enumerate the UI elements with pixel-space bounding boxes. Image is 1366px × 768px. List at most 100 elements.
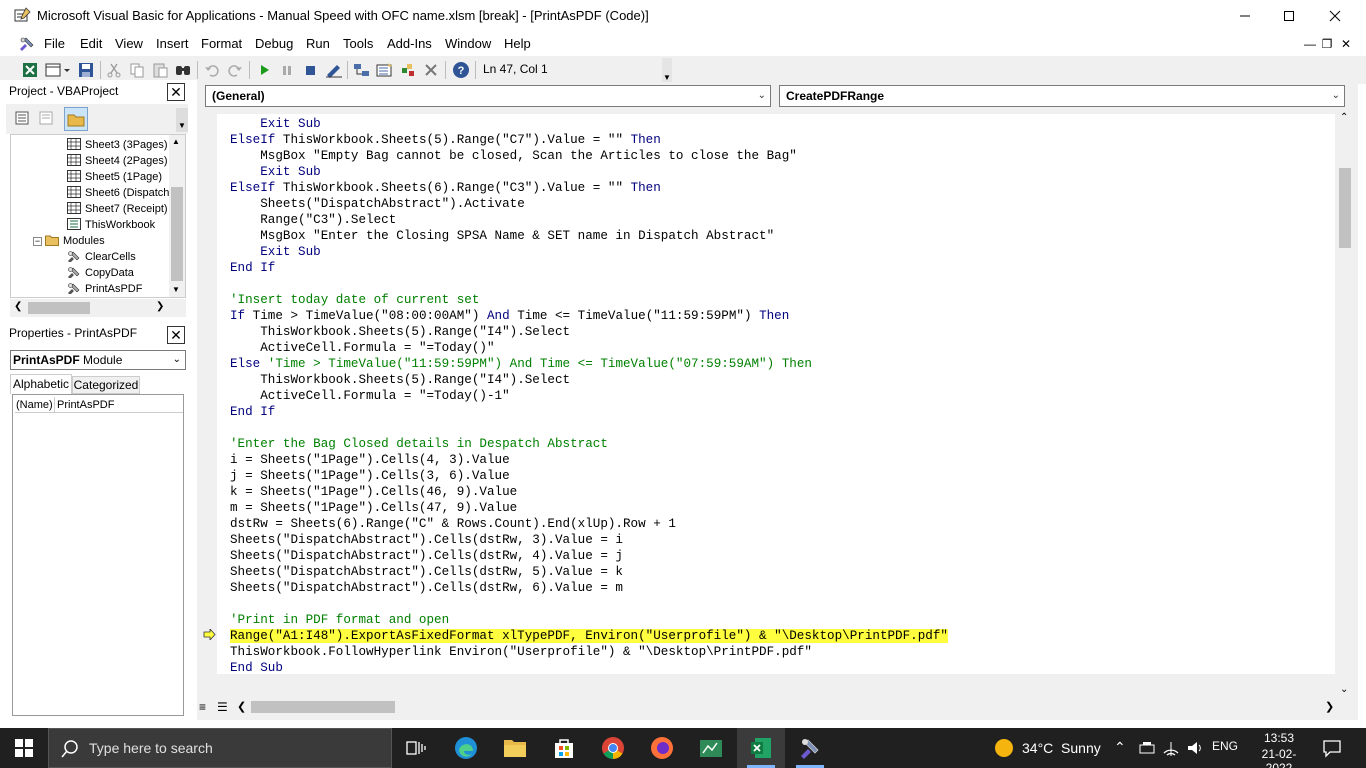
tree-item-sheet7[interactable]: Sheet7 (Receipt) (67, 201, 168, 217)
code-line[interactable]: ThisWorkbook.Sheets(5).Range("I4").Selec… (230, 372, 570, 388)
code-line[interactable]: dstRw = Sheets(6).Range("C" & Rows.Count… (230, 516, 676, 532)
code-line[interactable]: Exit Sub (230, 116, 320, 132)
design-mode-button[interactable] (324, 60, 344, 80)
reset-button[interactable] (300, 60, 320, 80)
project-tree-vscroll[interactable]: ▲ ▼ (169, 135, 185, 297)
project-tree-hscroll[interactable]: ❮ ❯ (10, 299, 186, 317)
code-line[interactable]: Else 'Time > TimeValue("11:59:59PM") And… (230, 356, 812, 372)
paste-button[interactable] (150, 60, 170, 80)
tree-item-sheet5[interactable]: Sheet5 (1Page) (67, 169, 162, 185)
properties-close-button[interactable]: ✕ (167, 326, 185, 344)
redo-button[interactable] (225, 60, 245, 80)
tab-alphabetic[interactable]: Alphabetic (10, 374, 72, 394)
code-line[interactable]: Exit Sub (230, 244, 320, 260)
scroll-down-icon[interactable]: ⌄ (1340, 684, 1348, 695)
tree-item-sheet4[interactable]: Sheet4 (2Pages) (67, 153, 168, 169)
code-editor[interactable]: Exit Sub ElseIf ThisWorkbook.Sheets(5).Ra… (217, 114, 1335, 674)
code-line[interactable]: End If (230, 260, 275, 276)
code-line[interactable]: Exit Sub (230, 164, 320, 180)
copy-button[interactable] (127, 60, 147, 80)
full-module-view-icon[interactable]: ☰ (217, 700, 228, 714)
toolbar-overflow-chevron[interactable]: ▼ (662, 58, 672, 82)
doc-close-icon[interactable]: ✕ (1338, 36, 1354, 52)
clock[interactable]: 13:53 21-02-2022 (1249, 731, 1309, 768)
toolbox-button[interactable] (422, 60, 442, 80)
tree-item-sheet3[interactable]: Sheet3 (3Pages) (67, 137, 168, 153)
procedure-view-icon[interactable]: ≡ (199, 700, 206, 714)
code-comment-line[interactable]: 'Print in PDF format and open (230, 612, 449, 628)
scroll-left-icon[interactable]: ❮ (237, 700, 246, 713)
scroll-up-icon[interactable]: ⌃ (1340, 112, 1348, 123)
code-comment-line[interactable]: 'Enter the Bag Closed details in Despatc… (230, 436, 608, 452)
doc-minimize-icon[interactable]: — (1302, 36, 1318, 52)
scroll-thumb[interactable] (28, 302, 90, 314)
firefox-taskbar-button[interactable] (638, 728, 686, 768)
code-line[interactable]: Sheets("DispatchAbstract").Cells(dstRw, … (230, 580, 623, 596)
menu-format[interactable]: Format (199, 32, 244, 56)
doc-restore-icon[interactable]: ❐ (1319, 36, 1335, 52)
view-code-button[interactable] (14, 110, 32, 128)
code-line[interactable]: Sheets("DispatchAbstract").Activate (230, 196, 525, 212)
code-line[interactable]: End Sub (230, 660, 283, 674)
tab-categorized[interactable]: Categorized (72, 376, 140, 394)
run-button[interactable] (254, 60, 274, 80)
vba-taskbar-button[interactable] (786, 728, 834, 768)
undo-button[interactable] (202, 60, 222, 80)
project-toolbar-chevron[interactable]: ▼ (176, 108, 188, 132)
view-object-button[interactable] (38, 110, 56, 128)
code-hscroll[interactable]: ≡ ☰ ❮ ❯ (199, 698, 1353, 716)
collapse-toggle-icon[interactable]: − (33, 237, 42, 246)
menu-window[interactable]: Window (443, 32, 493, 56)
toggle-folders-button[interactable] (64, 107, 88, 131)
menu-addins[interactable]: Add-Ins (385, 32, 434, 56)
tree-item-printaspdf[interactable]: PrintAsPDF (67, 281, 142, 297)
volume-icon[interactable] (1186, 739, 1204, 757)
code-line[interactable]: MsgBox "Enter the Closing SPSA Name & SE… (230, 228, 774, 244)
code-line-execution-point[interactable]: Range("A1:I48").ExportAsFixedFormat xlTy… (230, 628, 948, 644)
app-taskbar-button[interactable] (687, 728, 735, 768)
task-view-button[interactable] (392, 728, 440, 768)
project-explorer-button[interactable] (352, 60, 372, 80)
code-line[interactable]: m = Sheets("1Page").Cells(47, 9).Value (230, 500, 517, 516)
tree-item-clearcells[interactable]: ClearCells (67, 249, 136, 265)
edge-taskbar-button[interactable] (442, 728, 490, 768)
wifi-icon[interactable] (1162, 739, 1180, 757)
properties-window-button[interactable] (375, 60, 395, 80)
procedure-combo[interactable]: CreatePDFRange ⌄ (779, 85, 1345, 107)
menu-edit[interactable]: Edit (78, 32, 104, 56)
code-vscroll[interactable]: ⌃ ⌄ (1336, 112, 1354, 700)
menu-debug[interactable]: Debug (253, 32, 295, 56)
menu-view[interactable]: View (113, 32, 145, 56)
find-button[interactable] (173, 60, 193, 80)
store-taskbar-button[interactable] (540, 728, 588, 768)
code-line[interactable]: j = Sheets("1Page").Cells(3, 6).Value (230, 468, 510, 484)
scroll-up-icon[interactable]: ▲ (172, 137, 180, 146)
code-line[interactable]: ThisWorkbook.Sheets(5).Range("I4").Selec… (230, 324, 570, 340)
cut-button[interactable] (104, 60, 124, 80)
scroll-right-icon[interactable]: ❯ (1325, 700, 1334, 713)
code-line[interactable]: ElseIf ThisWorkbook.Sheets(6).Range("C3"… (230, 180, 661, 196)
notification-icon[interactable] (1322, 738, 1342, 758)
code-line[interactable]: If Time > TimeValue("08:00:00AM") And Ti… (230, 308, 789, 324)
save-button[interactable] (76, 60, 96, 80)
start-button[interactable] (0, 728, 48, 768)
taskbar-search-box[interactable]: Type here to search (48, 728, 392, 768)
explorer-taskbar-button[interactable] (491, 728, 539, 768)
project-explorer-close-button[interactable]: ✕ (167, 83, 185, 101)
code-comment-line[interactable]: 'Insert today date of current set (230, 292, 479, 308)
menu-tools[interactable]: Tools (341, 32, 375, 56)
code-line[interactable]: ActiveCell.Formula = "=Today()" (230, 340, 494, 356)
code-line[interactable]: ActiveCell.Formula = "=Today()-1" (230, 388, 509, 404)
code-line[interactable]: MsgBox "Empty Bag cannot be closed, Scan… (230, 148, 797, 164)
code-line[interactable]: Sheets("DispatchAbstract").Cells(dstRw, … (230, 564, 623, 580)
scroll-right-icon[interactable]: ❯ (156, 301, 164, 312)
help-button[interactable]: ? (451, 60, 471, 80)
margin-indicator-bar[interactable] (199, 112, 217, 700)
scroll-left-icon[interactable]: ❮ (14, 301, 22, 312)
insert-module-button[interactable] (44, 60, 72, 80)
code-line[interactable]: k = Sheets("1Page").Cells(46, 9).Value (230, 484, 517, 500)
code-line[interactable]: Sheets("DispatchAbstract").Cells(dstRw, … (230, 548, 623, 564)
tree-item-modules[interactable]: − Modules (33, 233, 105, 249)
menu-file[interactable]: File (42, 32, 67, 56)
network-icon[interactable] (1138, 739, 1156, 757)
